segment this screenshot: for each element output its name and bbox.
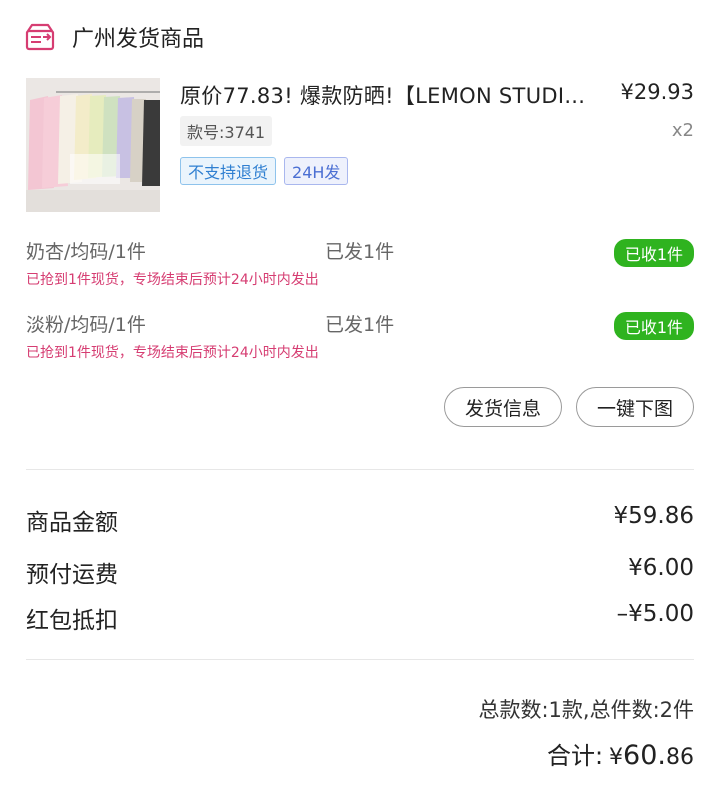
total-currency: ¥ xyxy=(609,745,624,770)
product-photo xyxy=(26,78,160,212)
received-badge: 已收1件 xyxy=(613,312,694,340)
item-count-summary: 总款数:1款,总件数:2件 xyxy=(478,698,694,722)
variant-shipped: 已发1件 xyxy=(325,241,395,263)
coupon-value: –¥5.00 xyxy=(616,601,694,627)
shipping-info-button[interactable]: 发货信息 xyxy=(443,387,562,427)
divider xyxy=(26,469,694,470)
style-number: 款号:3741 xyxy=(180,116,273,146)
tag-no-return: 不支持退货 xyxy=(180,157,277,185)
product-tags: 不支持退货 24H发 xyxy=(180,157,349,185)
total-integer: 60. xyxy=(623,740,666,771)
product-thumbnail[interactable] xyxy=(26,78,160,212)
variant-spec: 奶杏/均码/1件 xyxy=(26,241,146,263)
coupon-row: 红包抵扣 –¥5.00 xyxy=(26,601,694,635)
variant-row: 淡粉/均码/1件 已发1件 已收1件 已抢到1件现货，专场结束后预计24小时内发… xyxy=(26,310,694,361)
total-decimal: 86 xyxy=(666,745,694,770)
goods-amount-row: 商品金额 ¥59.86 xyxy=(26,503,694,537)
stock-note: 已抢到1件现货，专场结束后预计24小时内发出 xyxy=(26,272,319,288)
product-quantity: x2 xyxy=(671,120,694,141)
total-label: 合计: xyxy=(546,742,604,770)
goods-amount-value: ¥59.86 xyxy=(613,503,694,529)
section-header: 广州发货商品 xyxy=(24,20,204,54)
product-card[interactable]: 原价77.83! 爆款防晒!【LEMON STUDI... ¥29.93 x2 … xyxy=(26,78,694,212)
product-price: ¥29.93 xyxy=(620,80,694,104)
action-buttons: 发货信息 一键下图 xyxy=(443,387,694,427)
shipping-fee-value: ¥6.00 xyxy=(628,555,694,581)
shipping-fee-row: 预付运费 ¥6.00 xyxy=(26,555,694,589)
section-title: 广州发货商品 xyxy=(72,27,205,52)
stock-note: 已抢到1件现货，专场结束后预计24小时内发出 xyxy=(26,345,319,361)
variant-row: 奶杏/均码/1件 已发1件 已收1件 已抢到1件现货，专场结束后预计24小时内发… xyxy=(26,237,694,288)
divider xyxy=(26,659,694,660)
shipping-box-icon xyxy=(25,23,55,51)
order-total: 合计: ¥ 60. 86 xyxy=(547,736,694,771)
received-badge: 已收1件 xyxy=(613,239,694,267)
download-images-button[interactable]: 一键下图 xyxy=(575,387,694,427)
shipping-fee-label: 预付运费 xyxy=(26,562,118,588)
variant-spec: 淡粉/均码/1件 xyxy=(26,314,146,336)
coupon-label: 红包抵扣 xyxy=(26,608,118,634)
variant-shipped: 已发1件 xyxy=(325,314,395,336)
tag-24h-ship: 24H发 xyxy=(284,157,349,185)
goods-amount-label: 商品金额 xyxy=(26,510,118,536)
product-name[interactable]: 原价77.83! 爆款防晒!【LEMON STUDI... xyxy=(180,80,600,110)
